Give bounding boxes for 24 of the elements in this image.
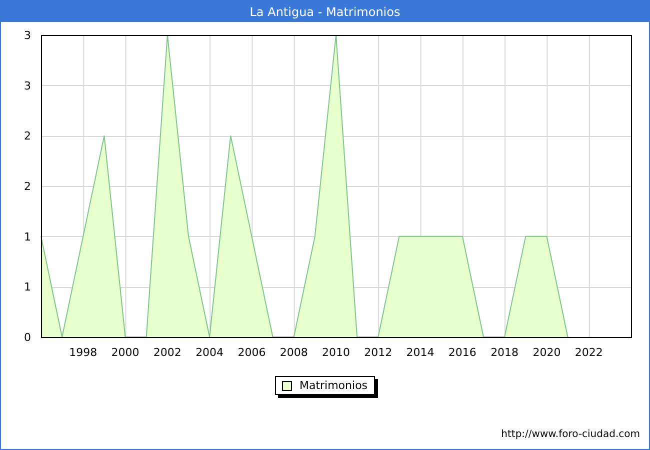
x-tick-label: 2016: [448, 346, 476, 359]
title-bar: La Antigua - Matrimonios: [1, 1, 649, 22]
x-tick-label: 2018: [490, 346, 519, 359]
x-tick-label: 2008: [280, 346, 308, 359]
x-tick-label: 2000: [111, 346, 140, 359]
y-tick-label: 3: [24, 79, 31, 92]
x-tick-label: 2006: [238, 346, 266, 359]
y-tick-label: 0: [24, 331, 31, 344]
footer-url: http://www.foro-ciudad.com: [501, 429, 640, 440]
x-tick-label: 2020: [532, 346, 561, 359]
y-tick-label: 1: [24, 280, 31, 294]
legend-swatch: [282, 380, 292, 390]
y-tick-label: 3: [24, 29, 31, 42]
legend-label: Matrimonios: [299, 379, 368, 392]
y-tick-label: 1: [24, 230, 31, 244]
x-tick-label: 2002: [153, 346, 182, 359]
x-tick-label: 1998: [69, 346, 98, 359]
x-tick-label: 2014: [406, 346, 434, 359]
x-tick-label: 2012: [364, 346, 392, 359]
y-tick-label: 2: [24, 130, 31, 143]
x-tick-label: 2004: [196, 346, 224, 359]
x-tick-label: 2010: [322, 346, 350, 359]
y-tick-label: 2: [24, 180, 31, 193]
x-tick-label: 2022: [574, 346, 603, 359]
